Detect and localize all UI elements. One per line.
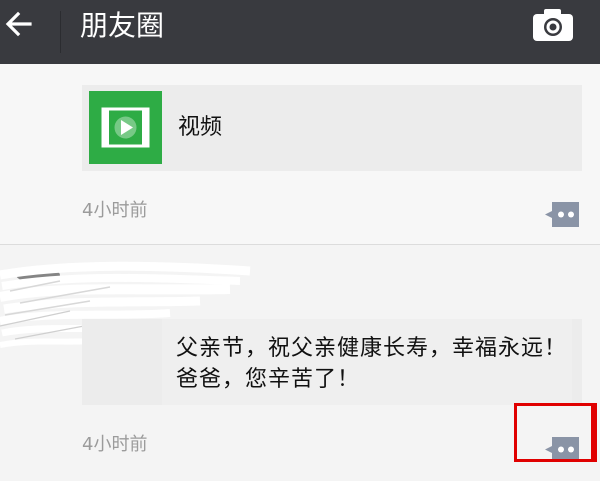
shared-video-card[interactable]: 视频: [82, 85, 582, 171]
shared-video-label: 视频: [178, 115, 223, 140]
camera-icon: [533, 9, 573, 41]
back-button[interactable]: [0, 0, 58, 64]
camera-button[interactable]: [525, 4, 581, 46]
highlight-box-edge: [591, 403, 594, 462]
comment-dots-icon: [545, 202, 579, 227]
top-bar: 朋友圈: [0, 0, 600, 64]
highlight-box: [514, 403, 597, 462]
video-film-icon: [89, 91, 162, 164]
post-text: 父亲节，祝父亲健康长寿，幸福永远！爸爸，您辛苦了！: [176, 336, 568, 392]
post-content-card[interactable]: 父亲节，祝父亲健康长寿，幸福永远！爸爸，您辛苦了！: [82, 319, 582, 405]
moment-post: 父亲节，祝父亲健康长寿，幸福永远！爸爸，您辛苦了！ 4小时前: [0, 245, 600, 481]
moment-post: 视频 4小时前: [0, 64, 600, 244]
header-divider: [60, 11, 61, 53]
post-time: 4小时前: [82, 200, 148, 221]
arrow-left-icon: [5, 11, 32, 37]
page-title: 朋友圈: [80, 9, 165, 42]
comment-button[interactable]: [544, 199, 582, 231]
post-time: 4小时前: [82, 434, 148, 455]
